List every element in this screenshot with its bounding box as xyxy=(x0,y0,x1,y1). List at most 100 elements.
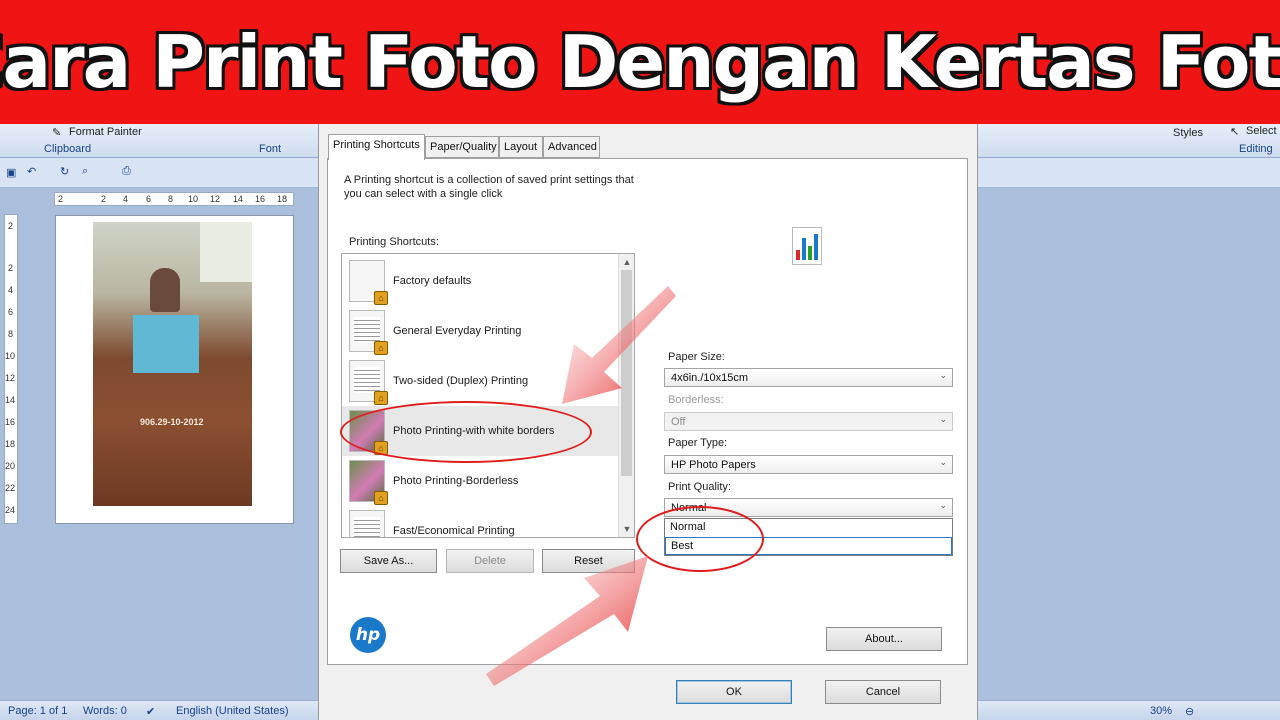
proofing-icon[interactable]: ✔ xyxy=(146,705,155,718)
save-icon[interactable]: ▣ xyxy=(6,166,16,179)
ruler-tick: 24 xyxy=(5,505,16,515)
document-page-icon: ⌂ xyxy=(349,310,388,355)
ruler-tick: 2 xyxy=(101,194,107,204)
ruler-tick: 4 xyxy=(123,194,129,204)
ok-button[interactable]: OK xyxy=(676,680,792,704)
select-icon: ↖ xyxy=(1230,126,1240,138)
ruler-tick: 10 xyxy=(188,194,199,204)
zoom-out-icon[interactable]: ⊖ xyxy=(1185,705,1194,718)
borderless-select[interactable]: Off ⌄ xyxy=(664,412,953,431)
ruler-tick: 2 xyxy=(8,263,14,273)
ruler-tick: 16 xyxy=(255,194,266,204)
photo-borderless-icon: ⌂ xyxy=(349,460,388,505)
print-quality-label: Print Quality: xyxy=(668,481,731,493)
clipboard-group-label: Clipboard xyxy=(44,143,92,155)
font-group-label: Font xyxy=(259,143,282,155)
shortcuts-list-label: Printing Shortcuts: xyxy=(349,236,439,248)
highlight-ring-quality xyxy=(636,506,764,572)
ruler-tick: 8 xyxy=(168,194,174,204)
chevron-down-icon: ⌄ xyxy=(939,370,947,380)
list-item[interactable]: ⌂ Two-sided (Duplex) Printing xyxy=(342,356,618,406)
format-painter-button[interactable]: Format Painter xyxy=(69,126,142,138)
undo-icon[interactable]: ↶ xyxy=(27,165,36,178)
ruler-tick: 18 xyxy=(5,439,16,449)
title-banner: Cara Print Foto Dengan Kertas Foto xyxy=(0,0,1280,124)
ruler-tick: 12 xyxy=(5,373,16,383)
scroll-thumb[interactable] xyxy=(621,270,632,476)
scroll-up-icon[interactable]: ▲ xyxy=(619,254,634,270)
page-count[interactable]: Page: 1 of 1 xyxy=(8,705,67,717)
ruler-tick: 4 xyxy=(8,285,14,295)
redo-icon[interactable]: ↻ xyxy=(60,165,69,178)
paper-size-select[interactable]: 4x6in./10x15cm ⌄ xyxy=(664,368,953,387)
tab-layout[interactable]: Layout xyxy=(499,136,543,158)
cancel-button[interactable]: Cancel xyxy=(825,680,941,704)
ruler-tick: 2 xyxy=(58,194,64,204)
ruler-tick: 10 xyxy=(5,351,16,361)
ruler-tick: 6 xyxy=(146,194,152,204)
print-icon[interactable]: ⎙ xyxy=(122,165,131,178)
borderless-value: Off xyxy=(671,416,686,428)
zoom-level[interactable]: 30% xyxy=(1150,705,1172,717)
tab-printing-shortcuts[interactable]: Printing Shortcuts xyxy=(328,134,425,160)
delete-button[interactable]: Delete xyxy=(446,549,534,573)
reset-button[interactable]: Reset xyxy=(542,549,635,573)
shortcuts-list[interactable]: ⌂ Factory defaults ⌂ General Everyday Pr… xyxy=(341,253,635,538)
ruler-tick: 14 xyxy=(5,395,16,405)
shortcut-label: Fast/Economical Printing xyxy=(393,525,515,537)
ruler-tick: 16 xyxy=(5,417,16,427)
lock-icon: ⌂ xyxy=(374,491,388,505)
vertical-ruler[interactable]: 2 2 4 6 8 10 12 14 16 18 20 22 24 xyxy=(4,214,18,524)
styles-button[interactable]: Styles xyxy=(1173,127,1203,139)
list-item[interactable]: ⌂ General Everyday Printing xyxy=(342,306,618,356)
list-item[interactable]: ⌂ Factory defaults xyxy=(342,256,618,306)
select-button[interactable]: Select xyxy=(1246,125,1277,137)
ruler-tick: 12 xyxy=(210,194,221,204)
shortcuts-description: A Printing shortcut is a collection of s… xyxy=(344,174,634,200)
horizontal-ruler[interactable]: 2 2 4 6 8 10 12 14 16 18 xyxy=(54,192,294,206)
scroll-down-icon[interactable]: ▼ xyxy=(619,521,634,537)
photo-box xyxy=(133,315,199,373)
shortcut-label: Factory defaults xyxy=(393,275,472,287)
ruler-tick: 18 xyxy=(277,194,288,204)
lock-icon: ⌂ xyxy=(374,341,388,355)
tab-paper-quality[interactable]: Paper/Quality xyxy=(425,136,499,158)
word-count[interactable]: Words: 0 xyxy=(83,705,127,717)
ruler-tick: 14 xyxy=(233,194,244,204)
blank-page-icon: ⌂ xyxy=(349,260,388,305)
list-item[interactable]: Fast/Economical Printing xyxy=(342,506,618,537)
chevron-down-icon: ⌄ xyxy=(939,414,947,424)
photo-desk-text: 906.29-10-2012 xyxy=(140,417,204,427)
photo-wall-board xyxy=(200,222,252,282)
shortcut-label: Two-sided (Duplex) Printing xyxy=(393,375,529,387)
paper-type-value: HP Photo Papers xyxy=(671,459,756,471)
lock-icon: ⌂ xyxy=(374,291,388,305)
list-item[interactable]: ⌂ Photo Printing-Borderless xyxy=(342,456,618,506)
paper-type-select[interactable]: HP Photo Papers ⌄ xyxy=(664,455,953,474)
paper-type-label: Paper Type: xyxy=(668,437,728,449)
highlight-ring-shortcut xyxy=(340,401,592,463)
photo-child xyxy=(150,268,180,312)
lock-icon: ⌂ xyxy=(374,391,388,405)
ruler-tick: 22 xyxy=(5,483,16,493)
shortcut-label: Photo Printing-Borderless xyxy=(393,475,519,487)
ruler-tick: 6 xyxy=(8,307,14,317)
about-button[interactable]: About... xyxy=(826,627,942,651)
language-status[interactable]: English (United States) xyxy=(176,705,289,717)
printer-status-chart-icon xyxy=(792,227,822,265)
tab-advanced[interactable]: Advanced xyxy=(543,136,600,158)
save-as-button[interactable]: Save As... xyxy=(340,549,437,573)
editing-group-label: Editing xyxy=(1239,143,1273,155)
duplex-page-icon: ⌂ xyxy=(349,360,388,405)
shortcut-label: General Everyday Printing xyxy=(393,325,522,337)
ruler-tick: 20 xyxy=(5,461,16,471)
print-preview-icon[interactable]: ⌕ xyxy=(82,165,88,178)
chevron-down-icon: ⌄ xyxy=(939,500,947,510)
hp-logo: hp xyxy=(350,617,386,653)
list-scrollbar[interactable]: ▲ ▼ xyxy=(618,254,634,537)
ruler-tick: 8 xyxy=(8,329,14,339)
borderless-label: Borderless: xyxy=(668,394,724,406)
format-painter-icon[interactable]: ✎ xyxy=(52,126,61,139)
paper-size-label: Paper Size: xyxy=(668,351,725,363)
banner-title: Cara Print Foto Dengan Kertas Foto xyxy=(0,20,1280,104)
